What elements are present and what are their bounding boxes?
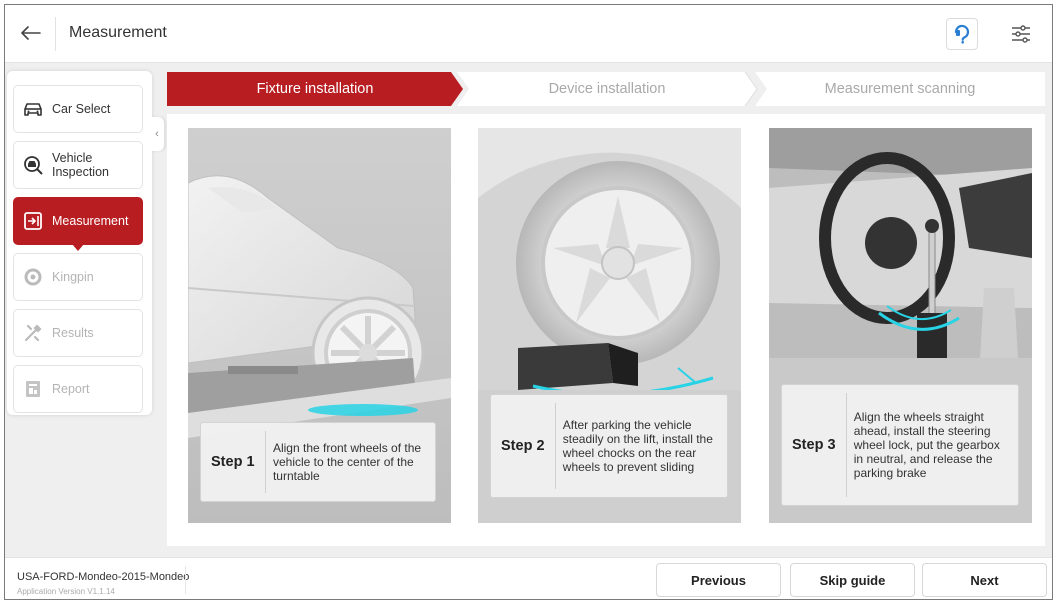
sidebar-item-measurement[interactable]: Measurement	[13, 197, 143, 251]
step-1-illustration: Step 1 Align the front wheels of the veh…	[188, 128, 451, 523]
step-tab-device-installation[interactable]: Device installation	[457, 72, 757, 106]
step-card-2: Step 2 After parking the vehicle steadil…	[490, 394, 728, 498]
sidebar-item-label: Vehicle Inspection	[52, 151, 109, 179]
guide-content: Step 1 Align the front wheels of the veh…	[167, 114, 1045, 546]
sidebar-item-label: Kingpin	[52, 270, 94, 284]
step-card-1: Step 1 Align the front wheels of the veh…	[200, 422, 436, 502]
page-title: Measurement	[69, 24, 167, 41]
chevron-left-icon: ‹	[155, 128, 159, 140]
skip-guide-button[interactable]: Skip guide	[790, 563, 915, 597]
sidebar-item-report[interactable]: Report	[13, 365, 143, 413]
step-tab-label: Measurement scanning	[824, 81, 976, 97]
app-version: Application Version V1.1.14	[17, 587, 115, 596]
step-2-illustration: Step 2 After parking the vehicle steadil…	[478, 128, 741, 523]
settings-sliders-icon	[1012, 25, 1030, 43]
sidebar-item-label: Measurement	[52, 214, 129, 228]
bottom-bar: USA-FORD-Mondeo-2015-Mondeo Application …	[5, 557, 1052, 599]
settings-button[interactable]	[1005, 18, 1037, 50]
sidebar-item-kingpin[interactable]: Kingpin	[13, 253, 143, 301]
step-tab-measurement-scanning[interactable]: Measurement scanning	[755, 72, 1045, 106]
step-card-number: Step 1	[211, 454, 255, 470]
footer-divider	[185, 566, 186, 594]
sidebar-item-label: Car Select	[52, 102, 111, 116]
sidebar-item-results[interactable]: Results	[13, 309, 143, 357]
previous-button[interactable]: Previous	[656, 563, 781, 597]
step-3-illustration: Step 3 Align the wheels straight ahead, …	[769, 128, 1032, 523]
step-card-number: Step 3	[792, 437, 836, 453]
app-window: Measurement Car Select Vehicle Inspectio…	[4, 4, 1053, 600]
step-card-text: After parking the vehicle steadily on th…	[562, 418, 713, 474]
step-progress-bar: Fixture installation Device installation…	[167, 72, 1045, 106]
sidebar-item-label: Report	[52, 382, 90, 396]
sidebar-item-label: Results	[52, 326, 94, 340]
sidebar-item-vehicle-inspection[interactable]: Vehicle Inspection	[13, 141, 143, 189]
sidebar-item-car-select[interactable]: Car Select	[13, 85, 143, 133]
sidebar-collapse-toggle[interactable]: ‹	[150, 117, 164, 151]
kingpin-icon	[22, 266, 44, 288]
next-button[interactable]: Next	[922, 563, 1047, 597]
report-icon	[22, 378, 44, 400]
step-tab-label: Device installation	[548, 81, 666, 97]
arrow-left-icon	[21, 26, 41, 40]
vehicle-info: USA-FORD-Mondeo-2015-Mondeo	[17, 571, 190, 583]
step-card-3: Step 3 Align the wheels straight ahead, …	[781, 384, 1019, 506]
help-icon	[954, 24, 970, 44]
step-tab-fixture-installation[interactable]: Fixture installation	[167, 72, 463, 106]
results-icon	[22, 322, 44, 344]
top-bar: Measurement	[5, 5, 1052, 63]
inspection-icon	[22, 154, 44, 176]
step-card-number: Step 2	[501, 438, 545, 454]
header-divider	[55, 17, 56, 51]
step-card-text: Align the front wheels of the vehicle to…	[272, 441, 422, 483]
back-button[interactable]	[17, 21, 45, 45]
measurement-icon	[22, 210, 44, 232]
car-icon	[22, 98, 44, 120]
step-card-text: Align the wheels straight ahead, install…	[853, 410, 1000, 480]
step-sidebar: Car Select Vehicle Inspection Measuremen…	[7, 71, 152, 415]
help-button[interactable]	[946, 18, 978, 50]
step-tab-label: Fixture installation	[256, 81, 374, 97]
